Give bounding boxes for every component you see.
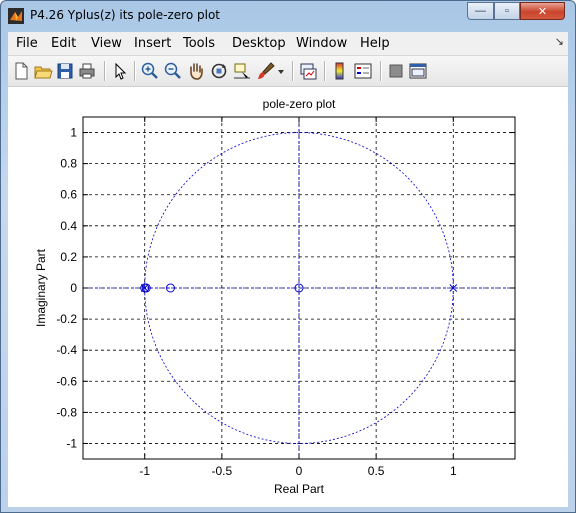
menu-window[interactable]: Window — [296, 36, 347, 51]
colorbar-icon[interactable] — [330, 61, 350, 81]
menu-file[interactable]: File — [16, 36, 38, 51]
close-button[interactable]: ✕ — [520, 2, 565, 20]
x-tick-label: -0.5 — [212, 464, 233, 478]
chart-title: pole-zero plot — [263, 97, 336, 111]
toolbar-separator — [134, 61, 136, 81]
pointer-arrow-icon[interactable] — [110, 61, 130, 81]
save-icon[interactable] — [55, 61, 75, 81]
y-tick-label: 0.4 — [60, 219, 77, 233]
brush-icon[interactable] — [256, 61, 276, 81]
y-tick-label: -0.4 — [56, 343, 77, 357]
y-tick-label: -0.8 — [56, 405, 77, 419]
figure-window: P4.26 Yplus(z) its pole-zero plot — ▫ ✕ … — [0, 0, 576, 513]
zoom-in-icon[interactable] — [140, 61, 160, 81]
menu-insert[interactable]: Insert — [134, 36, 171, 51]
hide-plot-tools-icon[interactable] — [386, 61, 406, 81]
matlab-logo-icon — [8, 8, 24, 24]
close-icon: ✕ — [537, 5, 548, 18]
y-tick-label: 0 — [70, 281, 77, 295]
open-file-icon[interactable] — [33, 61, 53, 81]
y-tick-label: 0.8 — [60, 157, 77, 171]
y-tick-label: 0.6 — [60, 188, 77, 202]
toolbar-separator — [104, 61, 106, 81]
x-tick-label: 1 — [450, 464, 457, 478]
x-tick-label: 0.5 — [368, 464, 385, 478]
toolbar-separator — [324, 61, 326, 81]
menu-help[interactable]: Help — [360, 36, 390, 51]
toolbar-separator — [380, 61, 382, 81]
toolbar-separator — [292, 61, 294, 81]
maximize-button[interactable]: ▫ — [494, 2, 520, 20]
y-tick-label: 1 — [70, 126, 77, 140]
brush-dropdown-icon[interactable] — [276, 61, 286, 81]
figure-toolbar — [8, 56, 568, 87]
menu-desktop[interactable]: Desktop — [232, 36, 286, 51]
link-plot-icon[interactable] — [298, 61, 318, 81]
menu-tools[interactable]: Tools — [183, 36, 215, 51]
data-cursor-icon[interactable] — [232, 61, 252, 81]
pole-zero-plot: -1 -0.5 0 0.5 1 -1 -0.8 -0.6 -0.4 -0.2 0 0.2 0.4 0.6 0… — [34, 97, 516, 496]
zoom-out-icon[interactable] — [163, 61, 183, 81]
maximize-icon: ▫ — [505, 5, 509, 17]
rotate-3d-icon[interactable] — [209, 61, 229, 81]
menu-bar: File Edit View Insert Tools Desktop Wind… — [8, 32, 568, 56]
title-bar[interactable]: P4.26 Yplus(z) its pole-zero plot — ▫ ✕ — [1, 1, 575, 31]
pan-hand-icon[interactable] — [186, 61, 206, 81]
x-tick-label: -1 — [139, 464, 150, 478]
y-tick-label: -0.2 — [56, 312, 77, 326]
y-tick-label: -1 — [66, 436, 77, 450]
dock-arrow-icon[interactable]: ↘ — [555, 35, 564, 48]
print-icon[interactable] — [77, 61, 97, 81]
minimize-icon: — — [475, 5, 486, 17]
legend-icon[interactable] — [353, 61, 373, 81]
menu-view[interactable]: View — [91, 36, 122, 51]
menu-edit[interactable]: Edit — [51, 36, 76, 51]
minimize-button[interactable]: — — [467, 2, 494, 20]
window-border — [1, 507, 575, 513]
y-axis-label: Imaginary Part — [34, 248, 48, 327]
x-tick-label: 0 — [296, 464, 303, 478]
window-title: P4.26 Yplus(z) its pole-zero plot — [30, 8, 221, 22]
y-tick-label: -0.6 — [56, 374, 77, 388]
new-figure-icon[interactable] — [11, 61, 31, 81]
show-plot-tools-icon[interactable] — [408, 61, 428, 81]
y-tick-label: 0.2 — [60, 250, 77, 264]
x-axis-label: Real Part — [274, 482, 325, 496]
figure-canvas: -1 -0.5 0 0.5 1 -1 -0.8 -0.6 -0.4 -0.2 0 0.2 0.4 0.6 0… — [8, 87, 568, 507]
